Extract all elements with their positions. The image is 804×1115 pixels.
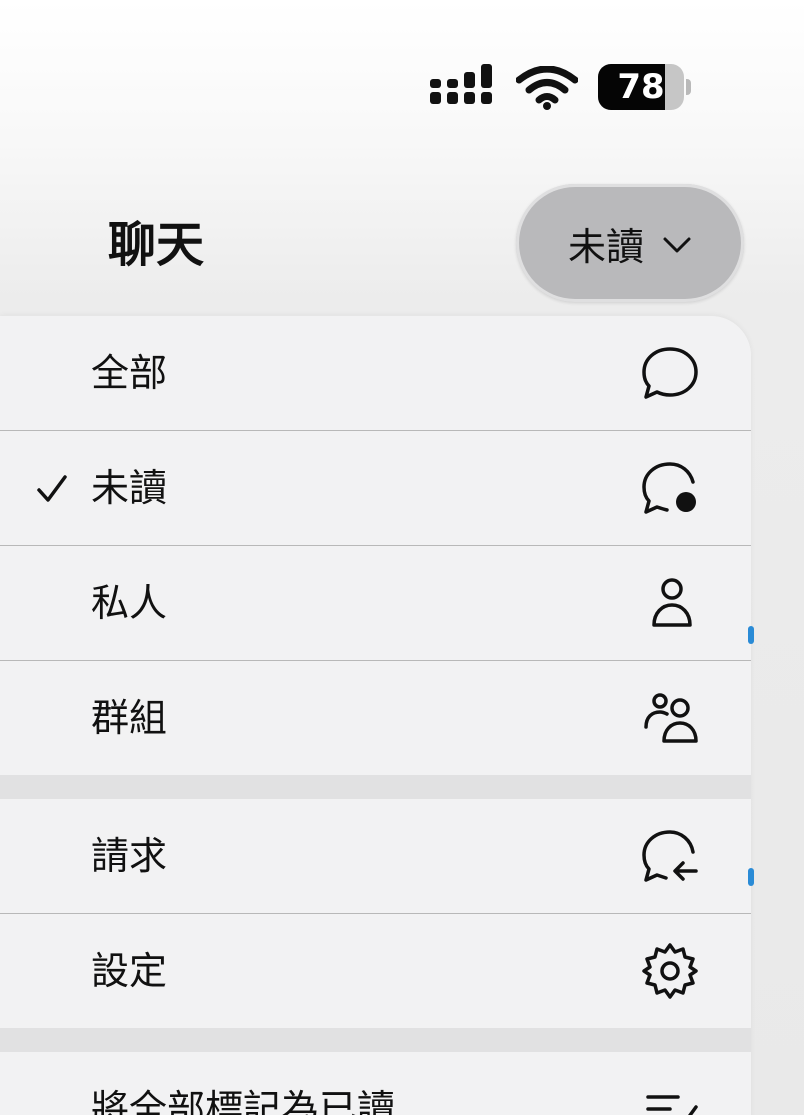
battery-nub xyxy=(686,79,691,95)
chat-bubble-unread-icon xyxy=(642,462,696,514)
unread-dot xyxy=(748,626,754,644)
chat-bubble-request-icon xyxy=(642,830,698,882)
battery-percent: 78 xyxy=(617,67,665,107)
menu-item-label: 設定 xyxy=(91,949,168,993)
menu-item-all[interactable]: 全部 xyxy=(0,316,751,430)
menu-item-label: 私人 xyxy=(91,581,168,625)
menu-section-separator xyxy=(0,775,751,799)
menu-item-label: 將全部標記為已讀 xyxy=(91,1087,396,1115)
battery-indicator: 78 xyxy=(598,64,691,110)
menu-section-separator xyxy=(0,1028,751,1052)
menu-item-mark-all-read[interactable]: 將全部標記為已讀 xyxy=(0,1052,751,1115)
chevron-down-icon xyxy=(663,237,691,253)
gear-icon xyxy=(642,943,698,999)
filter-menu: 全部 未讀 私人 群組 請求 設定 將全部標記為已讀 xyxy=(0,316,751,1115)
unread-dot xyxy=(748,868,754,886)
menu-item-settings[interactable]: 設定 xyxy=(0,914,751,1028)
battery-body: 78 xyxy=(598,64,684,110)
menu-item-private[interactable]: 私人 xyxy=(0,546,751,660)
people-icon xyxy=(644,693,698,743)
menu-item-groups[interactable]: 群組 xyxy=(0,661,751,775)
filter-button-label: 未讀 xyxy=(567,224,644,269)
status-bar: 78 xyxy=(428,60,698,112)
menu-item-label: 請求 xyxy=(91,834,168,878)
mark-all-read-icon xyxy=(646,1095,698,1115)
menu-item-unread[interactable]: 未讀 xyxy=(0,431,751,545)
menu-item-label: 未讀 xyxy=(91,466,168,510)
menu-item-label: 全部 xyxy=(91,351,168,395)
menu-item-requests[interactable]: 請求 xyxy=(0,799,751,913)
menu-item-label: 群組 xyxy=(91,696,168,740)
filter-dropdown-button[interactable]: 未讀 xyxy=(516,184,744,302)
wifi-icon xyxy=(516,66,578,110)
person-icon xyxy=(652,578,692,627)
chat-bubble-icon xyxy=(642,347,698,399)
cellular-signal-icon xyxy=(430,64,492,104)
checkmark-icon xyxy=(37,475,67,502)
page-title: 聊天 xyxy=(108,217,205,273)
